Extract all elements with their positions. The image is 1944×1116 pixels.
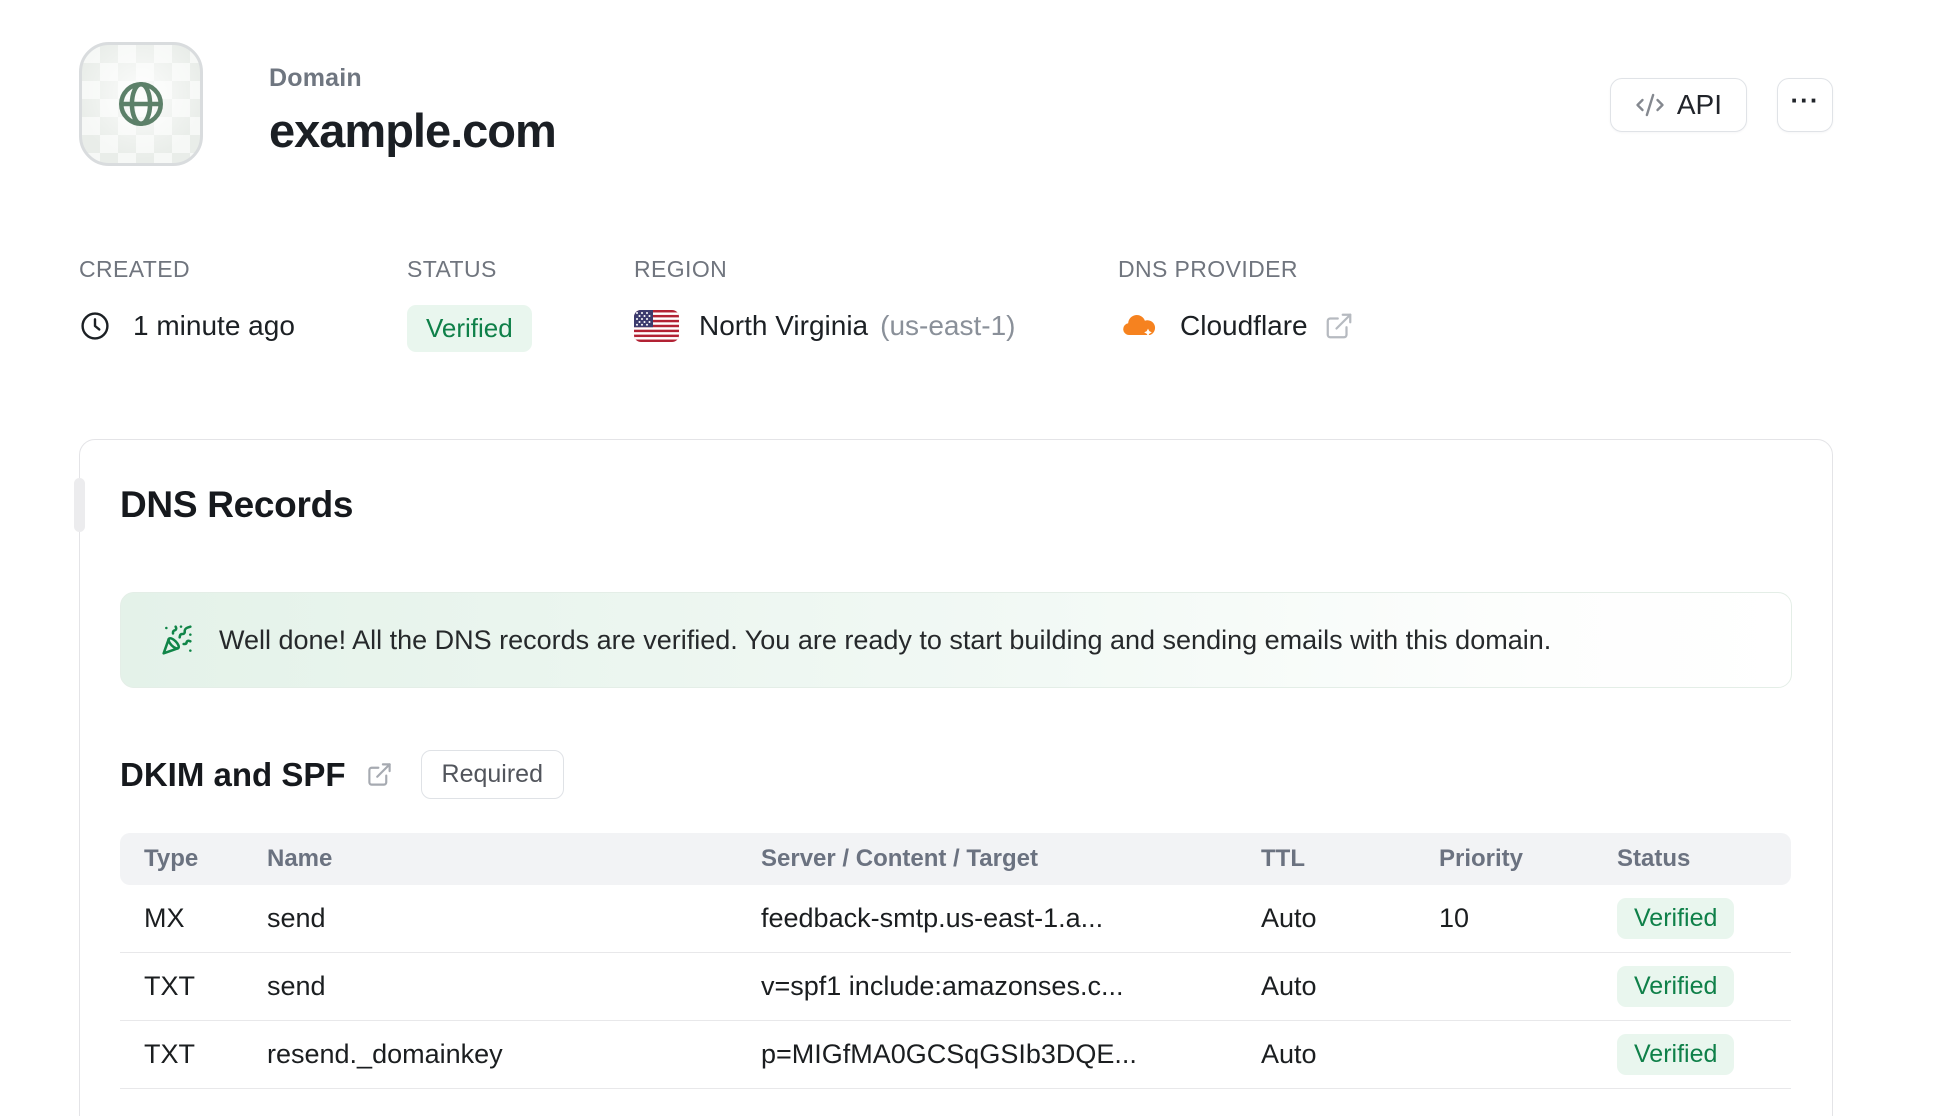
cell-content: p=MIGfMA0GCSqGSIb3DQE... [761, 1039, 1137, 1069]
us-flag-icon [634, 310, 679, 342]
more-options-button[interactable]: ··· [1777, 78, 1833, 132]
ellipsis-icon: ··· [1790, 84, 1820, 115]
cell-name: send [267, 971, 326, 1001]
dkim-external-link-icon[interactable] [366, 761, 393, 788]
cell-status: Verified [1593, 898, 1791, 939]
created-label: CREATED [79, 256, 190, 282]
record-status-badge: Verified [1617, 898, 1735, 939]
dkim-spf-heading: DKIM and SPF [120, 755, 346, 793]
verified-banner-text: Well done! All the DNS records are verif… [219, 624, 1552, 655]
dns-records-card: DNS Records Well done! All the DNS recor… [74, 439, 1833, 1116]
meta-status: STATUS Verified [407, 256, 634, 352]
dns-records-table: Type Name Server / Content / Target TTL … [120, 833, 1791, 1089]
cell-status: Verified [1593, 1034, 1791, 1075]
record-status-badge: Verified [1617, 966, 1735, 1007]
cell-ttl: Auto [1261, 1039, 1317, 1069]
globe-icon [109, 72, 173, 136]
cell-type: TXT [144, 1039, 195, 1069]
col-header-status: Status [1617, 845, 1691, 872]
table-row[interactable]: TXT send v=spf1 include:amazonses.c... A… [120, 953, 1791, 1021]
meta-region: REGION North Virginia (us-east-1) [634, 256, 1118, 352]
col-header-priority: Priority [1439, 845, 1524, 872]
table-row[interactable]: MX send feedback-smtp.us-east-1.a... Aut… [120, 885, 1791, 953]
meta-dns-provider: DNS PROVIDER Cloudflare [1118, 256, 1833, 352]
col-header-type: Type [144, 845, 199, 872]
verified-banner: Well done! All the DNS records are verif… [120, 592, 1792, 688]
cell-content: v=spf1 include:amazonses.c... [761, 971, 1124, 1001]
api-button[interactable]: API [1609, 78, 1747, 132]
dns-table-body: MX send feedback-smtp.us-east-1.a... Aut… [120, 885, 1791, 1089]
region-name: North Virginia [699, 310, 869, 341]
domain-header: Domain example.com API ··· [79, 42, 1833, 166]
cloudflare-icon [1118, 312, 1158, 340]
col-header-name: Name [267, 845, 333, 872]
cell-name: send [267, 903, 326, 933]
created-value: 1 minute ago [133, 310, 295, 341]
card-left-tab [74, 478, 85, 532]
meta-created: CREATED 1 minute ago [79, 256, 407, 352]
page-title: example.com [269, 104, 557, 157]
code-icon [1635, 90, 1665, 120]
cell-name: resend._domainkey [267, 1039, 503, 1069]
cell-ttl: Auto [1261, 971, 1317, 1001]
dkim-spf-section-header: DKIM and SPF Required [120, 750, 1792, 799]
clock-icon [79, 310, 111, 342]
status-badge: Verified [407, 305, 532, 352]
cell-priority: 10 [1439, 903, 1470, 933]
dns-records-heading: DNS Records [120, 484, 354, 525]
cell-ttl: Auto [1261, 903, 1317, 933]
dns-provider-label: DNS PROVIDER [1118, 256, 1298, 282]
cell-status: Verified [1593, 966, 1791, 1007]
table-header-row: Type Name Server / Content / Target TTL … [120, 833, 1791, 885]
table-row[interactable]: TXT resend._domainkey p=MIGfMA0GCSqGSIb3… [120, 1021, 1791, 1089]
domain-avatar [79, 42, 203, 166]
title-block: Domain example.com [269, 42, 557, 158]
record-status-badge: Verified [1617, 1034, 1735, 1075]
dns-provider-external-link-icon[interactable] [1324, 311, 1354, 341]
required-badge: Required [420, 750, 564, 799]
cell-type: MX [144, 903, 185, 933]
cell-content: feedback-smtp.us-east-1.a... [761, 903, 1104, 933]
entity-label: Domain [269, 64, 362, 92]
col-header-content: Server / Content / Target [761, 845, 1038, 872]
api-button-label: API [1676, 89, 1722, 120]
page: Domain example.com API ··· CREATED 1 min… [74, 0, 1833, 1116]
party-popper-icon [161, 624, 193, 656]
dns-provider-value: Cloudflare [1180, 310, 1308, 341]
cell-type: TXT [144, 971, 195, 1001]
col-header-ttl: TTL [1261, 845, 1305, 872]
region-code: (us-east-1) [880, 310, 1016, 341]
domain-meta: CREATED 1 minute ago STATUS Verified REG… [79, 256, 1833, 352]
status-label: STATUS [407, 256, 497, 282]
header-actions: API ··· [1609, 78, 1833, 132]
region-label: REGION [634, 256, 728, 282]
